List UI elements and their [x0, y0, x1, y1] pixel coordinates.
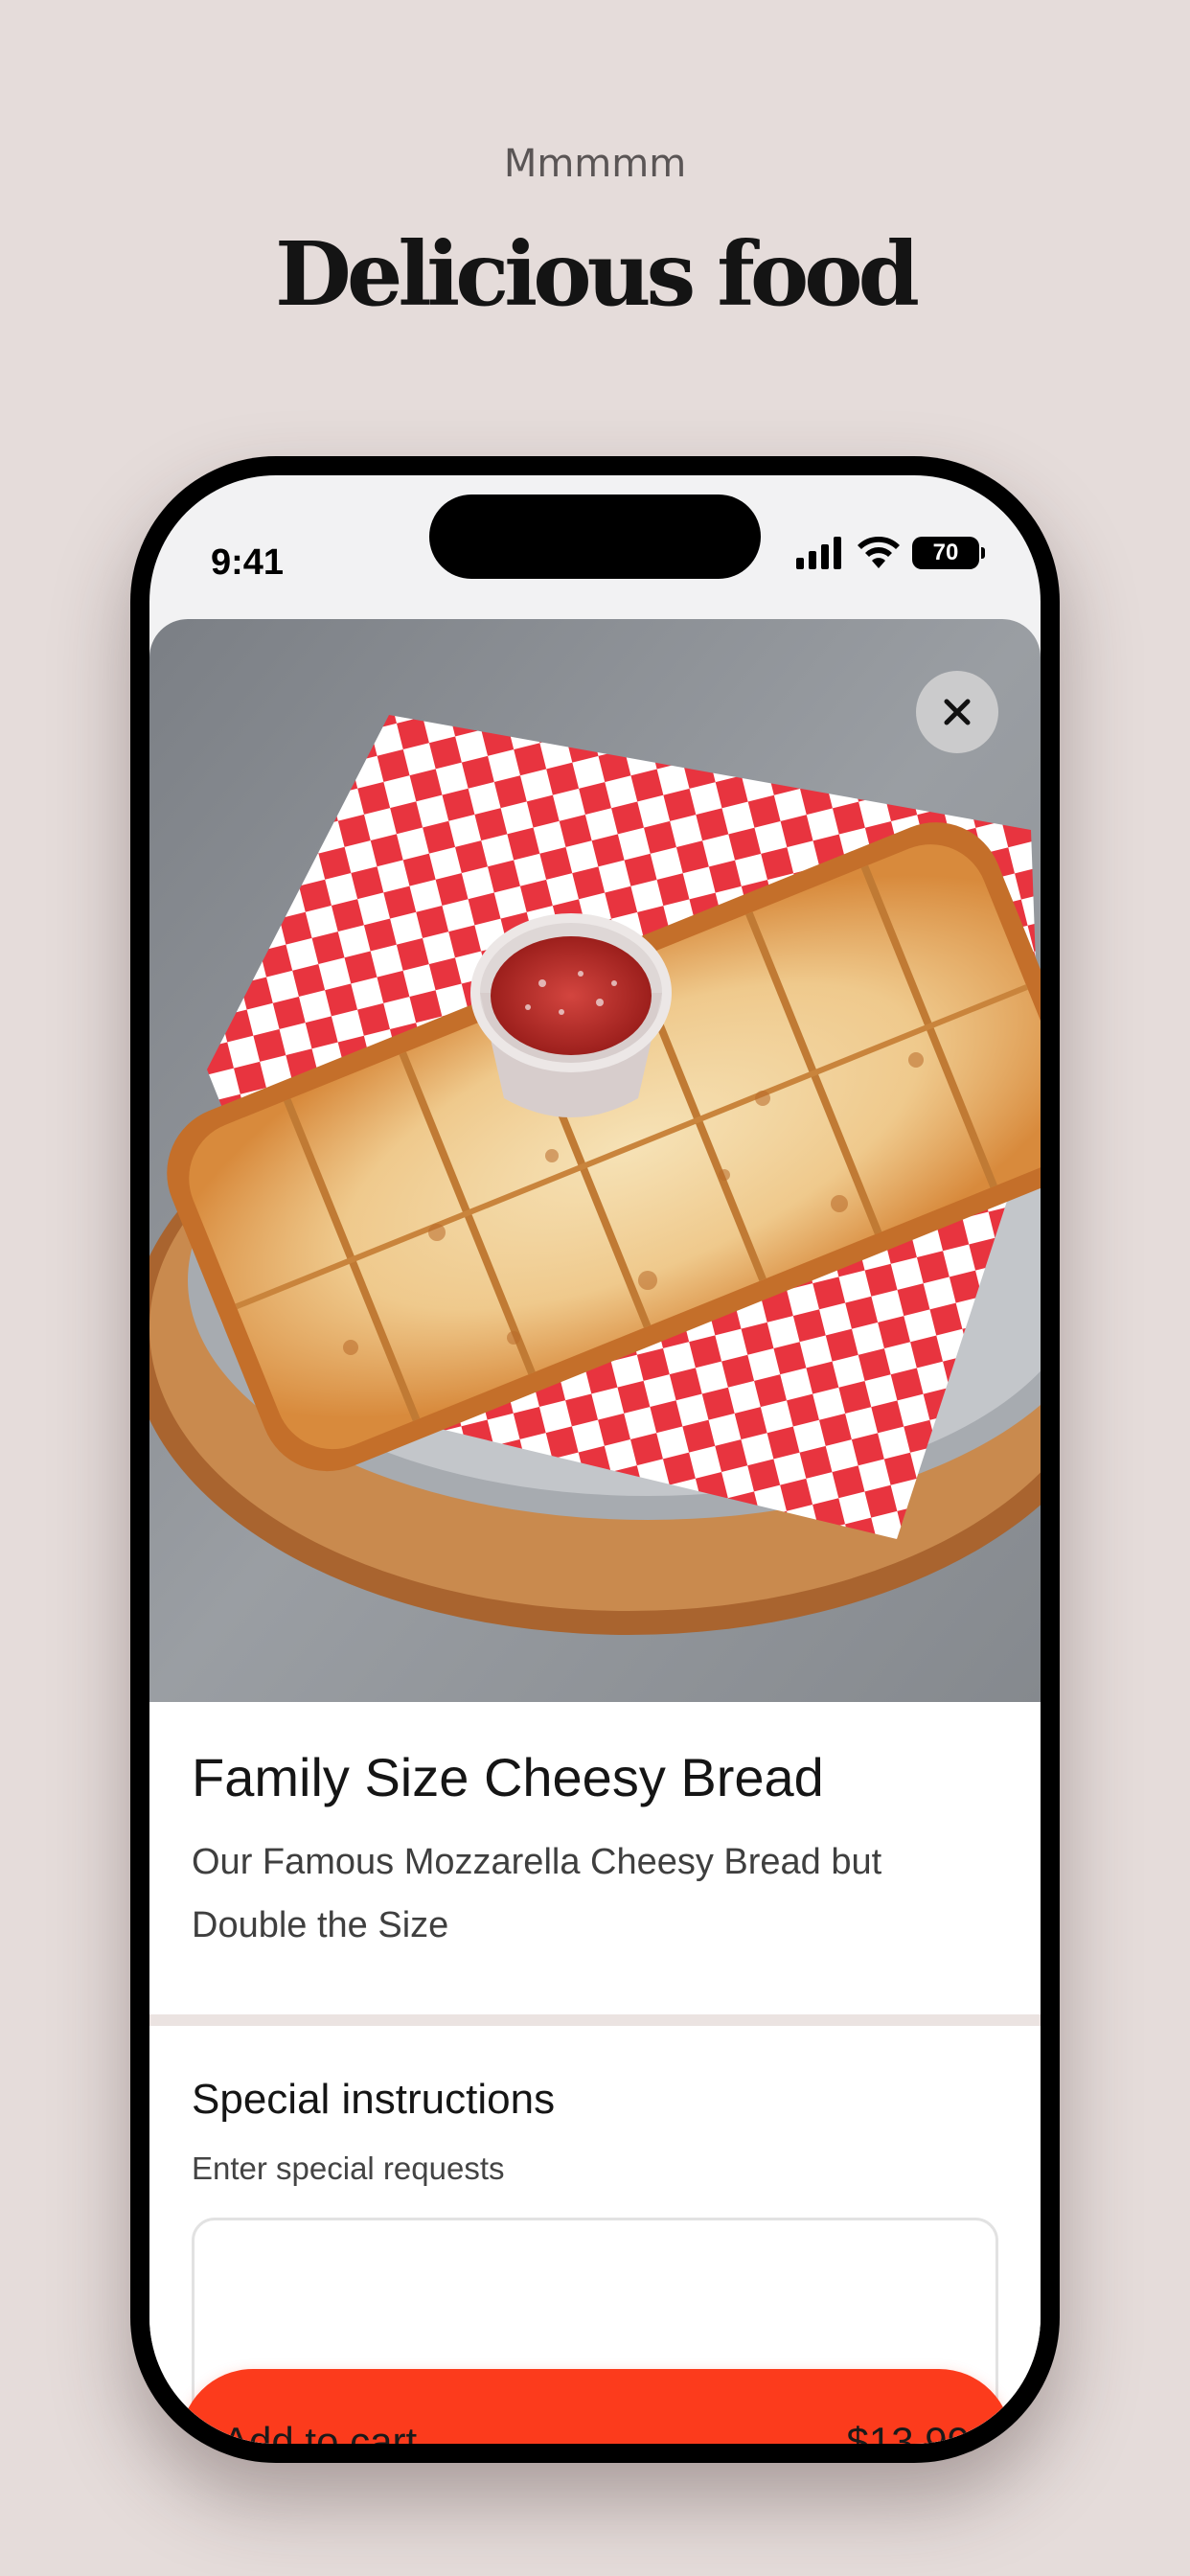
phone-screen: 9:41 70 Family Size Cheesy Bread Our Fam… — [149, 475, 1041, 2444]
phone-frame: 9:41 70 Family Size Cheesy Bread Our Fam… — [130, 456, 1060, 2463]
close-button[interactable] — [916, 671, 998, 753]
add-to-cart-label: Add to cart — [222, 2419, 418, 2444]
cheesy-bread-photo — [149, 619, 1041, 1702]
status-time: 9:41 — [211, 542, 285, 583]
item-title: Family Size Cheesy Bread — [192, 1747, 824, 1807]
battery-icon: 70 — [912, 537, 985, 569]
cart-price: $13.99 — [846, 2419, 970, 2444]
cellular-signal-icon — [796, 537, 841, 569]
special-instructions-title: Special instructions — [192, 2076, 556, 2123]
status-icons: 70 — [795, 529, 985, 577]
close-icon — [944, 699, 971, 725]
item-description: Our Famous Mozzarella Cheesy Bread but D… — [192, 1842, 882, 1945]
dynamic-island — [429, 494, 761, 579]
item-sheet: Family Size Cheesy Bread Our Famous Mozz… — [149, 619, 1041, 2444]
special-instructions-hint: Enter special requests — [192, 2150, 505, 2186]
section-divider — [149, 2014, 1041, 2026]
add-to-cart-button[interactable]: Add to cart $13.99 — [180, 2369, 1012, 2444]
wifi-icon — [858, 537, 900, 568]
promo-title: Delicious food — [275, 222, 920, 326]
promo-subtitle: Mmmmm — [503, 142, 687, 186]
